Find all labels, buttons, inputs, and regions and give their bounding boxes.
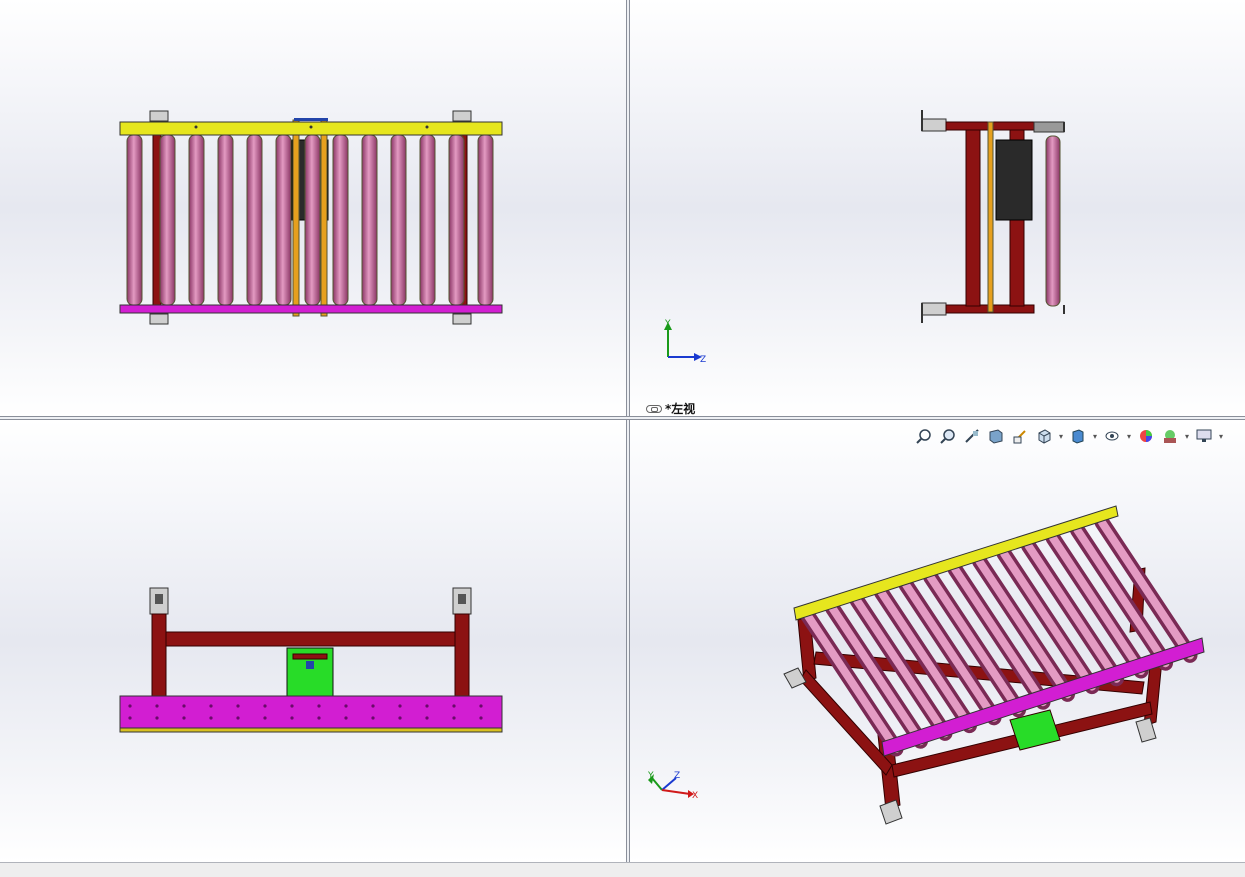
cross-beam bbox=[165, 631, 456, 647]
axis-z-label: Z bbox=[700, 355, 706, 365]
roller bbox=[304, 134, 321, 306]
frame-leg bbox=[965, 129, 981, 307]
foot bbox=[452, 110, 472, 122]
viewport-top-view[interactable] bbox=[0, 0, 626, 416]
roller-group bbox=[126, 134, 494, 306]
axis-y-label: Y bbox=[664, 319, 671, 329]
view-name-label: *左视 bbox=[646, 400, 695, 416]
roller bbox=[448, 134, 465, 306]
roller bbox=[275, 134, 292, 306]
foot bbox=[452, 313, 472, 325]
front-view-drawing bbox=[119, 587, 503, 733]
viewport-front-view[interactable] bbox=[0, 420, 626, 862]
left-view-drawing: Y Z bbox=[664, 110, 1065, 365]
axis-x-label: X bbox=[692, 791, 698, 801]
viewport-divider-horizontal[interactable] bbox=[0, 416, 1245, 420]
roller bbox=[332, 134, 349, 306]
roller bbox=[419, 134, 436, 306]
link-icon bbox=[646, 404, 662, 413]
axis-z-label: Z bbox=[674, 771, 680, 781]
roller bbox=[390, 134, 407, 306]
guide-bar bbox=[320, 119, 328, 317]
status-bar bbox=[0, 862, 1245, 877]
foot bbox=[149, 313, 169, 325]
viewport-divider-vertical[interactable] bbox=[626, 0, 630, 862]
axis-y-label: Y bbox=[647, 771, 654, 781]
coordinate-triad: Y Z X bbox=[647, 771, 698, 801]
guide-bar bbox=[292, 119, 300, 317]
roller bbox=[246, 134, 263, 306]
foot bbox=[149, 110, 169, 122]
roller bbox=[217, 134, 234, 306]
drive-motor bbox=[995, 139, 1033, 221]
roller bbox=[1045, 135, 1061, 307]
viewport-left-view[interactable]: Y Z *左视 bbox=[630, 0, 1245, 416]
isometric-drawing: Y Z X bbox=[647, 505, 1205, 825]
side-rail-magenta bbox=[119, 695, 503, 729]
top-view-drawing bbox=[119, 110, 503, 325]
roller bbox=[159, 134, 176, 306]
side-rail-magenta bbox=[119, 304, 503, 314]
guide-bar bbox=[987, 121, 994, 313]
roller bbox=[188, 134, 205, 306]
coordinate-triad: Y Z bbox=[664, 319, 706, 365]
frame-leg bbox=[151, 613, 167, 697]
roller bbox=[126, 134, 143, 306]
roller bbox=[477, 134, 494, 306]
roller bbox=[361, 134, 378, 306]
view-label-text: *左视 bbox=[665, 402, 696, 416]
viewport-isometric-view[interactable]: ▾ ▾ ▾ ▾ ▾ Y Z X bbox=[630, 420, 1245, 862]
frame-leg bbox=[454, 613, 470, 697]
